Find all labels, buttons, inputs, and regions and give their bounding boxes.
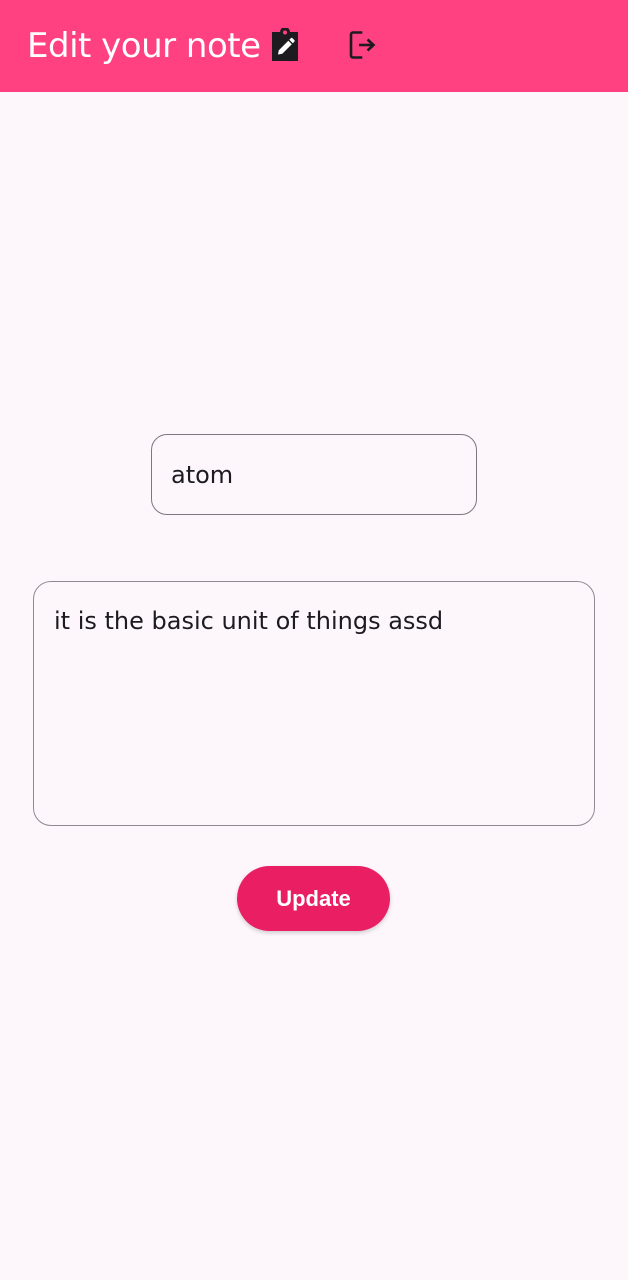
edit-note-icon	[272, 28, 298, 61]
title-input[interactable]	[151, 434, 477, 515]
update-button[interactable]: Update	[237, 866, 390, 931]
content-input[interactable]: it is the basic unit of things assd	[33, 581, 595, 826]
edit-note-button[interactable]	[263, 23, 307, 67]
app-bar: Edit your note	[0, 0, 628, 92]
logout-icon	[349, 31, 376, 59]
logout-button[interactable]	[341, 23, 385, 67]
page-title: Edit your note	[27, 26, 261, 66]
